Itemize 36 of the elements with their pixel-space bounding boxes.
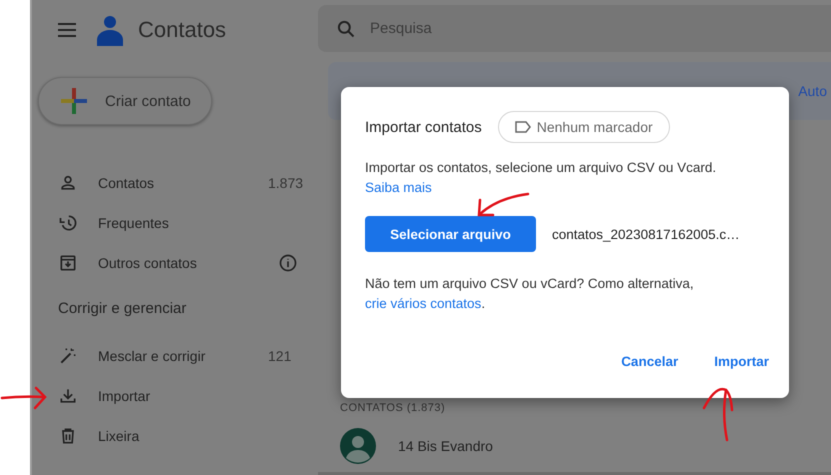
sidebar-item[interactable]: Contatos 1.873 [32,163,318,203]
sidebar-item[interactable]: Mesclar e corrigir 121 [32,336,318,376]
select-file-button[interactable]: Selecionar arquivo [365,216,536,252]
dialog-title: Importar contatos [365,118,482,136]
search-field[interactable]: Pesquisa [370,8,831,48]
create-contacts-link[interactable]: crie vários contatos [365,296,482,311]
create-contact-button[interactable]: Criar contato [38,77,212,125]
dialog-description: Importar os contatos, selecione um arquivo CSV ou Vcard. [365,159,718,177]
archive-icon [58,253,78,273]
search-icon [336,18,356,38]
label-chip[interactable]: Nenhum marcador [498,111,670,143]
annotation-arrow [0,386,47,410]
list-header: CONTATOS (1.873) [340,402,446,414]
search-bar[interactable]: Pesquisa [318,5,831,52]
contact-row[interactable]: 14 Bis Evandro [318,420,831,475]
label-icon [514,121,531,133]
sidebar-item[interactable]: Lixeira [32,416,318,456]
info-icon[interactable] [278,253,298,273]
dialog-action-button[interactable]: Importar [704,346,779,377]
magic-wand-icon [58,346,78,366]
app-title: Contatos [138,17,226,43]
sidebar-item[interactable]: Frequentes [32,203,318,243]
banner-text: Auto [798,83,827,99]
dialog-action-button[interactable]: Cancelar [611,346,688,377]
sidebar-item[interactable]: Importar [32,376,318,416]
person-logo-icon [94,14,126,46]
learn-more-link[interactable]: Saiba mais [365,178,432,198]
section-title: Corrigir e gerenciar [58,300,188,319]
plus-icon [61,88,87,114]
file-name: contatos_20230817162005.c… [552,226,740,242]
sidebar-item[interactable]: Outros contatos [32,243,318,283]
history-icon [58,213,78,233]
alternative-text: Não tem um arquivo CSV ou vCard? Como alternativa, crie vários contatos. [365,275,695,313]
avatar-icon [340,428,376,464]
annotation-arrow [478,192,530,216]
menu-icon[interactable] [58,23,76,37]
